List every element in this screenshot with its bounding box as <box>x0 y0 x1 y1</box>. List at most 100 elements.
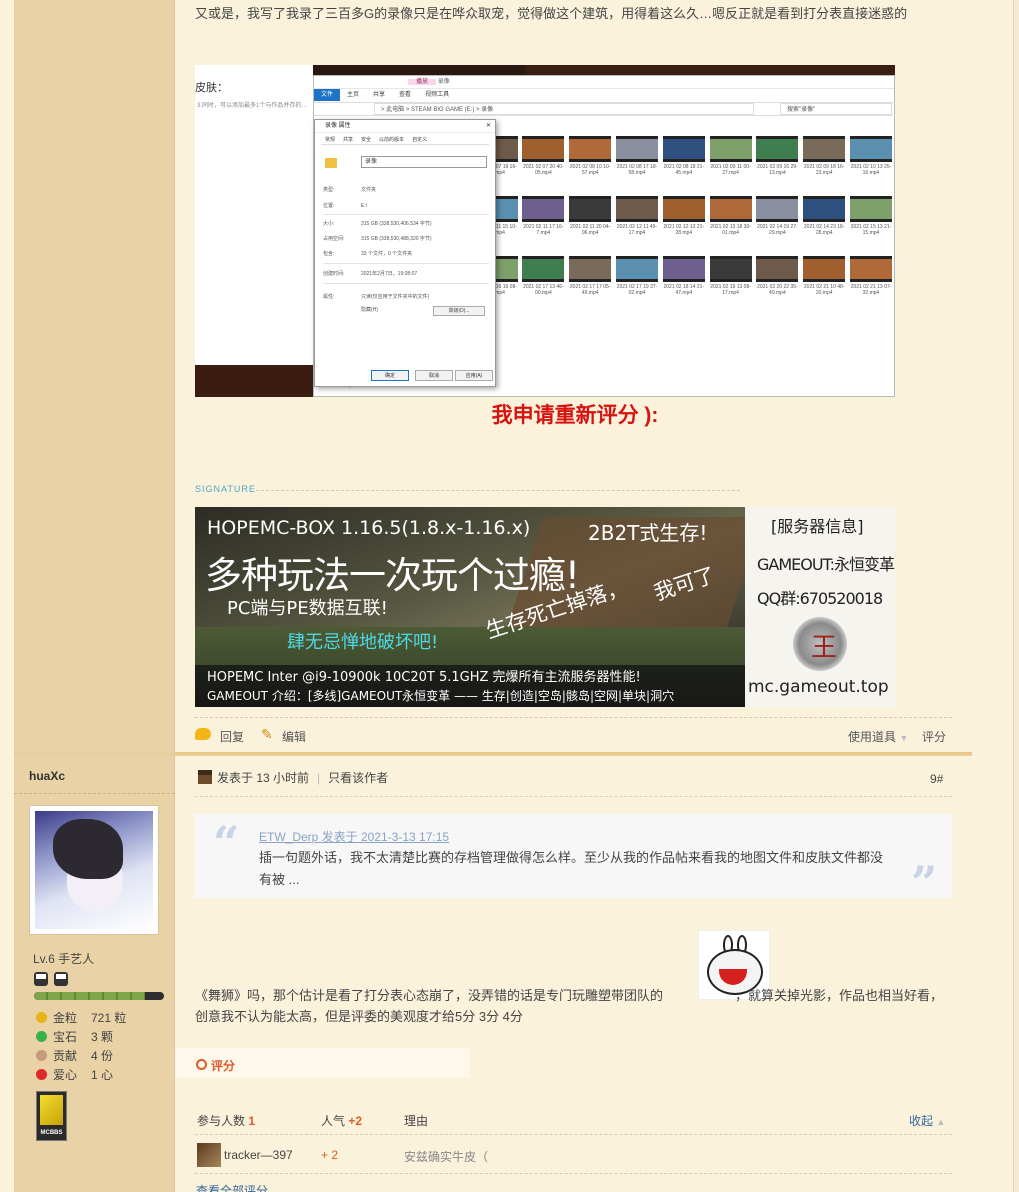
props-divider <box>323 283 489 284</box>
props-tab: 共享 <box>343 137 354 143</box>
quote-block: “ ETW_Derp 发表于 2021-3-13 17:15 插一句题外话，我不… <box>195 814 952 910</box>
props-value: E:\ <box>361 203 368 209</box>
scrollbar[interactable] <box>1013 0 1019 1192</box>
props-value: 2021年2月7日，19:08:07 <box>361 271 418 277</box>
only-author-link[interactable]: 只看该作者 <box>328 771 388 785</box>
rater-name[interactable]: tracker—397 <box>224 1148 293 1162</box>
ribbon-share: 共享 <box>373 92 386 98</box>
banner-cpu: HOPEMC Inter @i9-10900k 10C20T 5.1GHZ 完爆… <box>207 670 641 685</box>
use-item-label: 使用道具 <box>848 730 897 744</box>
props-tab: 自定义 <box>412 137 428 143</box>
video-frame <box>709 256 752 282</box>
video-filename: 2021 02 10 13 25-16.mp4 <box>850 164 892 176</box>
video-thumbnail: 2021 02 08 10 10-57.mp4 <box>569 136 612 176</box>
participants-cell: 参与人数 1 <box>197 1112 255 1129</box>
video-frame <box>522 136 565 162</box>
medal-label: MCBBS <box>40 1130 63 1136</box>
stat-love: 爱心 1 心 <box>36 1066 113 1083</box>
quote-source-link[interactable]: ETW_Derp 发表于 2021-3-13 17:15 <box>259 828 449 845</box>
video-thumbnail: 2021 02 11 20 04-06.mp4 <box>569 196 612 236</box>
collapse-button[interactable]: 收起 ▲ <box>909 1112 945 1129</box>
video-thumbnail: 2021 02 12 12 21-28.mp4 <box>662 196 705 236</box>
props-value: 文件夹 <box>361 187 377 193</box>
props-key: 位置: <box>323 203 335 209</box>
rerate-request-text: 我申请重新评分 ): <box>491 404 659 427</box>
video-thumbnail: 2021 02 17 13 46-00.mp4 <box>522 256 565 296</box>
participants-label: 参与人数 <box>197 1114 246 1128</box>
rate-button[interactable]: 评分 <box>922 728 946 745</box>
banner-gameout: GAMEOUT 介绍：[多线]GAMEOUT永恒变革 —— 生存|创造|空岛|骸… <box>207 689 675 703</box>
properties-title: 录像 属性 ✕ <box>315 120 495 133</box>
video-frame <box>756 256 799 282</box>
reply-button[interactable]: 回复 <box>220 728 244 745</box>
post-screenshot-image[interactable]: 皮肤： 3.同时，可以添加最多1个与作品并存的… 播放 录像 文件 主页 共享 … <box>195 65 895 397</box>
server-seal-logo: 王 <box>793 617 847 671</box>
meta-separator: | <box>317 771 321 785</box>
video-frame <box>569 136 612 162</box>
video-frame <box>616 136 658 162</box>
props-value: 隐藏(H) <box>361 307 378 313</box>
post-time: 发表于 13 小时前 <box>217 771 310 785</box>
video-thumbnail: 2021 02 19 13 08-17.mp4 <box>709 256 752 296</box>
edit-button[interactable]: 编辑 <box>282 728 306 745</box>
explorer-title: 录像 <box>437 79 450 85</box>
screenshot-left-panel: 皮肤： 3.同时，可以添加最多1个与作品并存的… <box>195 65 313 397</box>
props-value: 315 GB (338,530,488,320 字节) <box>361 236 432 242</box>
video-filename: 2021 02 11 20 04-06.mp4 <box>570 224 611 236</box>
props-key: 占用空间: <box>323 236 345 242</box>
rating-header: 评分 <box>175 1048 470 1078</box>
cancel-button: 取消 <box>415 370 453 381</box>
video-filename: 2021 02 09 18 16-23.mp4 <box>803 164 845 176</box>
author-name[interactable]: huaXc <box>29 769 65 783</box>
gem-icon <box>36 1031 47 1042</box>
avatar[interactable] <box>29 805 159 935</box>
props-row: 位置: E:\ <box>323 202 493 209</box>
video-frame <box>709 136 752 162</box>
ribbon-view: 查看 <box>399 92 412 98</box>
props-value: 315 GB (338,530,406,534 字节) <box>361 221 432 227</box>
stat-label: 贡献 <box>53 1049 78 1063</box>
video-filename: 2021 02 19 13 08-17.mp4 <box>710 284 751 296</box>
video-frame <box>803 256 846 282</box>
user-level[interactable]: Lv.6 手艺人 <box>33 950 94 967</box>
props-row: 包含: 33 个文件，0 个文件夹 <box>323 250 493 257</box>
video-frame <box>709 196 752 222</box>
video-thumbnail: 2021 02 17 19 37-02.mp4 <box>616 256 658 296</box>
quote-text: 插一句题外话，我不太清楚比赛的存档管理做得怎么样。至少从我的作品帖来看我的地图文… <box>259 850 884 887</box>
video-frame <box>522 196 565 222</box>
video-thumbnail: 2021 02 21 10 48-20.mp4 <box>803 256 846 296</box>
floor-number[interactable]: 9# <box>930 772 943 786</box>
properties-tabs: 常规 共享 安全 以前的版本 自定义 <box>321 135 489 145</box>
collapse-label: 收起 <box>909 1114 934 1128</box>
meta-divider <box>195 796 952 797</box>
video-frame <box>616 196 658 222</box>
rating-title: 评分 <box>211 1059 236 1073</box>
video-thumbnail: 2021 02 14 19 27-29.mp4 <box>756 196 799 236</box>
use-item-button[interactable]: 使用道具 ▼ <box>848 728 908 745</box>
author-divider <box>14 793 175 794</box>
stat-gem: 宝石 3 颗 <box>36 1028 113 1045</box>
video-frame <box>850 196 892 222</box>
post-action-bar: 回复 ✎ 编辑 使用道具 ▼ 评分 <box>195 717 952 751</box>
video-thumbnail: 2021 02 17 17 05-49.mp4 <box>569 256 612 296</box>
props-value: 33 个文件，0 个文件夹 <box>361 251 413 257</box>
video-frame <box>803 196 846 222</box>
view-all-ratings-link[interactable]: 查看全部评分 <box>196 1182 268 1192</box>
video-frame <box>662 256 705 282</box>
stat-value: 721 粒 <box>91 1011 127 1025</box>
post-body: 《舞狮》吗，那个估计是看了打分表心态崩了，没弄错的话是专门玩雕塑带团队的 ，就算关… <box>195 985 955 1027</box>
banner-pc-pe: PC端与PE数据互联! <box>227 598 388 619</box>
ribbon-video-tools: 视频工具 <box>425 92 450 98</box>
video-filename: 2021 02 17 19 37-02.mp4 <box>616 284 658 296</box>
signature-banner[interactable]: 王 HOPEMC-BOX 1.16.5(1.8.x-1.16.x) 2B2T式生… <box>195 507 895 707</box>
medal-badge[interactable]: MCBBS <box>36 1091 67 1141</box>
rater-avatar[interactable] <box>197 1143 221 1167</box>
video-filename: 2021 02 20 22 35-49.mp4 <box>757 284 798 296</box>
video-filename: 2021 02 13 18 30-01.mp4 <box>710 224 751 236</box>
contribution-icon <box>36 1050 47 1061</box>
post-body-part1: 《舞狮》吗，那个估计是看了打分表心态崩了，没弄错的话是专门玩雕塑带团队的 <box>195 988 664 1003</box>
explorer-play-tab: 播放 <box>408 79 437 85</box>
server-qq-group: QQ群:670520018 <box>757 589 883 608</box>
video-filename: 2021 02 21 10 48-20.mp4 <box>803 284 845 296</box>
video-frame <box>850 256 892 282</box>
